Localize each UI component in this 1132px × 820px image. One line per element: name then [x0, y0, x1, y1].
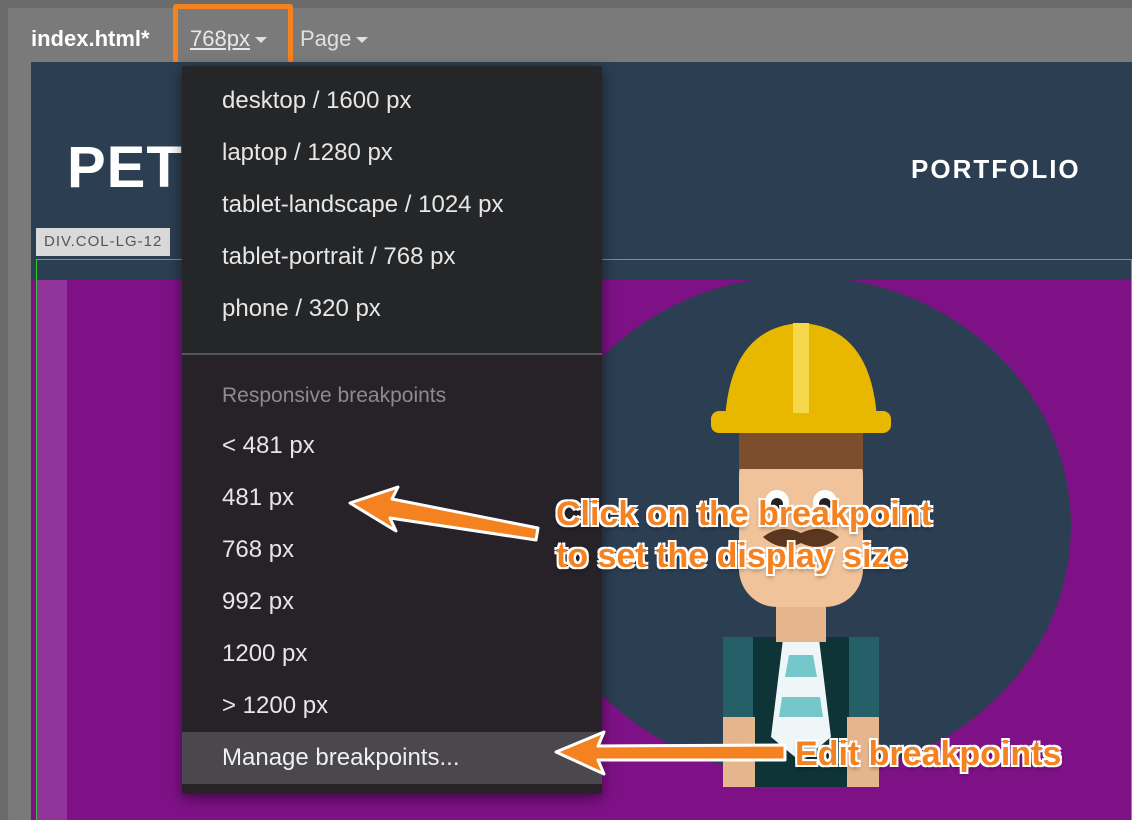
breakpoint-item[interactable]: 1200 px — [222, 640, 307, 668]
display-size-value: 768px — [190, 26, 250, 51]
nav-item-portfolio[interactable]: PORTFOLIO — [911, 154, 1081, 185]
display-size-dropdown: desktop / 1600 px laptop / 1280 px table… — [182, 66, 602, 794]
menu-item-phone[interactable]: phone / 320 px — [222, 295, 381, 323]
editor-toolbar: index.html* 768px Page — [0, 0, 1132, 68]
menu-item-tablet-landscape[interactable]: tablet-landscape / 1024 px — [222, 191, 504, 219]
file-name: index.html* — [31, 26, 150, 51]
element-selector-tag[interactable]: DIV.COL-LG-12 — [36, 228, 171, 256]
breakpoint-item[interactable]: 481 px — [222, 484, 294, 512]
breakpoint-callout: Click on the breakpoint to set the displ… — [556, 493, 932, 577]
breakpoints-section-label: Responsive breakpoints — [222, 384, 447, 407]
manage-breakpoints-label: Manage breakpoints... — [222, 744, 460, 771]
page-select[interactable]: Page — [300, 26, 369, 52]
page-select-label: Page — [300, 26, 352, 51]
menu-divider — [182, 353, 602, 355]
breakpoint-callout-line1: Click on the breakpoint — [556, 495, 932, 533]
edit-breakpoints-callout: Edit breakpoints — [795, 735, 1062, 773]
menu-item-tablet-portrait[interactable]: tablet-portrait / 768 px — [222, 243, 455, 271]
caret-down-icon — [356, 37, 369, 44]
breakpoint-item[interactable]: > 1200 px — [222, 692, 328, 720]
breakpoint-callout-line2: to set the display size — [556, 537, 908, 575]
breakpoint-item[interactable]: 768 px — [222, 536, 294, 564]
menu-item-desktop[interactable]: desktop / 1600 px — [222, 87, 411, 115]
menu-item-laptop[interactable]: laptop / 1280 px — [222, 139, 393, 167]
breakpoint-item[interactable]: 992 px — [222, 588, 294, 616]
manage-breakpoints-item[interactable]: Manage breakpoints... — [182, 732, 602, 784]
display-size-select[interactable]: 768px — [190, 26, 267, 52]
caret-down-icon — [254, 37, 267, 44]
breakpoint-item[interactable]: < 481 px — [222, 432, 315, 460]
